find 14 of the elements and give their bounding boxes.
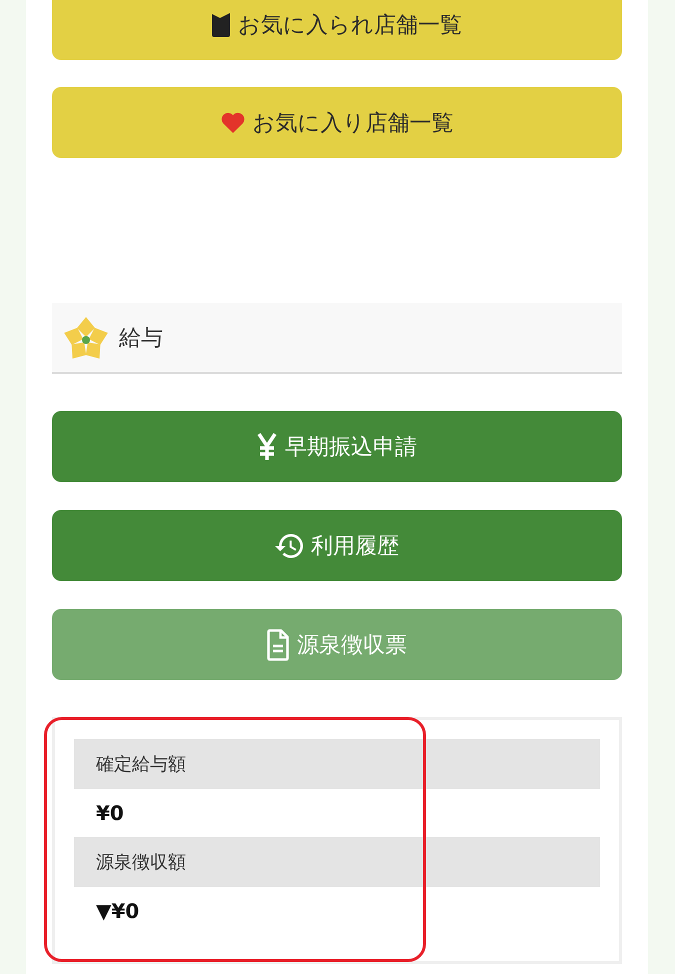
heart-icon — [220, 112, 244, 133]
early-transfer-button[interactable]: 早期振込申請 — [52, 411, 622, 482]
summary-value: ▼¥0 — [95, 898, 140, 925]
usage-history-button[interactable]: 利用履歴 — [52, 510, 622, 581]
favorite-stores-button[interactable]: お気に入り店舗一覧 — [52, 87, 622, 158]
summary-label: 確定給与額 — [74, 739, 600, 789]
document-icon — [267, 628, 289, 660]
bookmark-icon — [212, 12, 230, 36]
favorited-stores-button[interactable]: お気に入られ店舗一覧 — [52, 0, 622, 60]
summary-label: 源泉徴収額 — [74, 837, 600, 887]
summary-value: ¥0 — [95, 800, 125, 827]
yen-icon — [257, 432, 277, 460]
section-title: 給与 — [119, 324, 163, 352]
history-icon — [275, 534, 303, 558]
